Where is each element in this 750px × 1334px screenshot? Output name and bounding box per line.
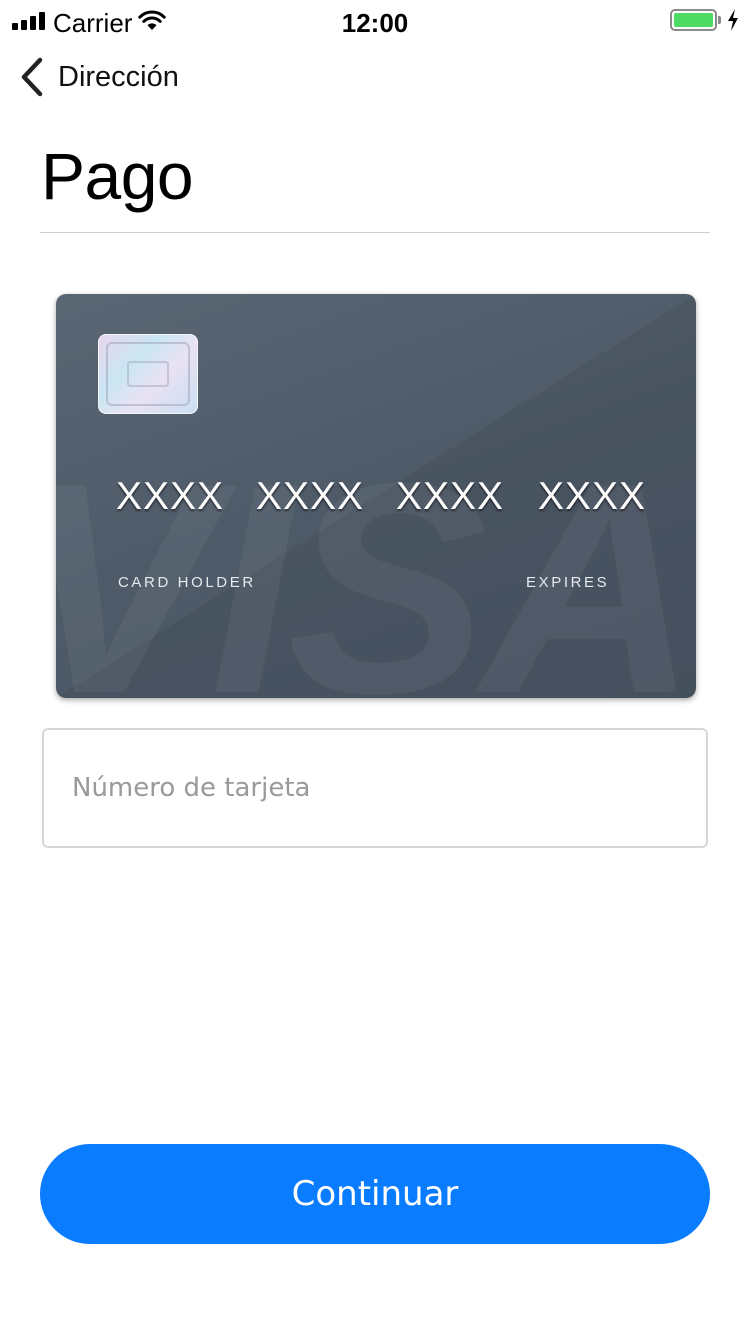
charging-bolt-icon [728, 9, 738, 31]
card-number-display: XXXX XXXX XXXX XXXX [56, 472, 696, 522]
card-number-input[interactable] [42, 728, 708, 848]
card-chip-icon [98, 334, 198, 414]
card-holder-label: CARD HOLDER [118, 574, 256, 591]
status-time: 12:00 [341, 8, 409, 38]
card-number-group: XXXX [256, 475, 365, 518]
card-number-group: XXXX [396, 475, 505, 518]
status-bar: Carrier 12:00 [0, 0, 750, 44]
card-number-group: XXXX [538, 475, 647, 518]
chevron-left-icon [21, 57, 43, 97]
back-label: Dirección [58, 61, 179, 93]
svg-text:VISA: VISA [56, 420, 692, 698]
card-number-group: XXXX [116, 475, 225, 518]
continue-button[interactable]: Continuar [40, 1144, 710, 1244]
payment-screen: Carrier 12:00 Dirección Pago VISA XXXX X… [0, 0, 750, 1334]
credit-card-preview: VISA XXXX XXXX XXXX XXXX CARD HOLDER EXP… [56, 294, 696, 698]
card-expires-label: EXPIRES [526, 574, 610, 591]
title-divider [40, 232, 710, 233]
back-button[interactable]: Dirección [18, 54, 179, 100]
battery-icon [670, 9, 722, 31]
page-title: Pago [41, 139, 194, 213]
